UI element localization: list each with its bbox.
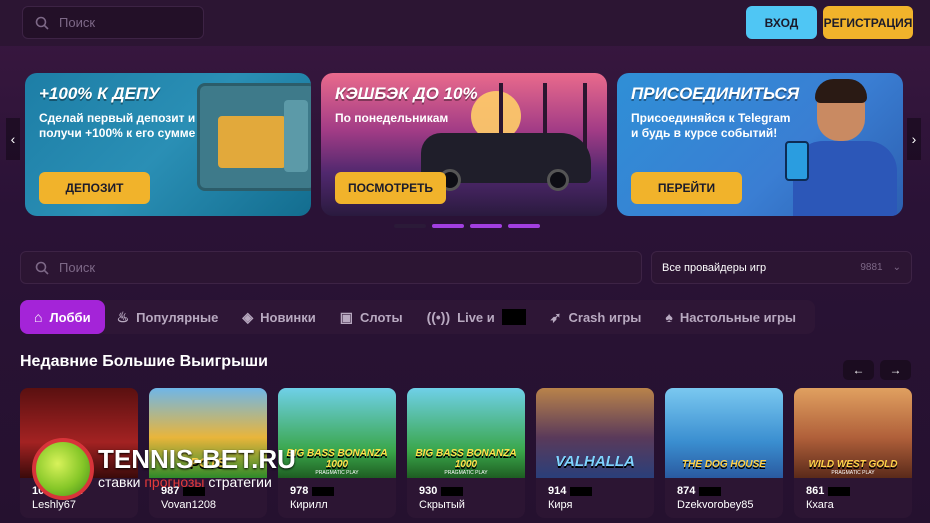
cards-icon: ♠ — [665, 309, 673, 325]
rocket-icon: ➶ — [549, 308, 562, 325]
tab-slots[interactable]: ▣ Слоты — [328, 300, 415, 334]
slot-icon: ▣ — [339, 308, 354, 325]
game-search-placeholder: Поиск — [59, 260, 96, 275]
win-user: Leshly67 — [32, 499, 77, 511]
game-title: WILD WEST GOLD — [808, 459, 898, 470]
arrow-left-icon[interactable]: ← — [843, 360, 874, 380]
tab-label: Настольные игры — [679, 309, 797, 325]
game-card[interactable]: WILD WEST GOLD PRAGMATIC PLAY 861 Кхага — [794, 388, 912, 518]
tab-new[interactable]: ◈ Новинки — [230, 300, 327, 334]
win-amount: 930 — [419, 484, 513, 498]
telegram-icon — [785, 141, 809, 181]
win-user: Кхага — [806, 499, 834, 511]
win-user: Скрытый — [419, 499, 465, 511]
category-tabs: ⌂ Лобби ♨ Популярные ◈ Новинки ▣ Слоты (… — [20, 300, 815, 334]
search-icon — [35, 261, 49, 275]
tab-label: Crash игры — [568, 309, 642, 325]
tab-label: Новинки — [260, 309, 316, 325]
chevron-down-icon: ⌄ — [892, 262, 901, 273]
tennis-ball-logo-icon — [32, 438, 94, 500]
header-search-input[interactable]: Поиск — [22, 6, 204, 39]
game-search-input[interactable]: Поиск — [20, 251, 642, 284]
arrow-right-icon[interactable]: → — [880, 360, 911, 380]
tab-popular[interactable]: ♨ Популярные — [105, 300, 231, 334]
banner-telegram[interactable]: ПРИСОЕДИНИТЬСЯ Присоединяйся к Telegram … — [617, 73, 903, 216]
carousel-dot[interactable] — [508, 224, 540, 228]
tab-label: Популярные — [136, 309, 219, 325]
search-icon — [35, 16, 49, 30]
game-meta: 930 Скрытый — [407, 478, 525, 518]
banner-desc: Присоединяйся к Telegram и будь в курсе … — [631, 111, 791, 140]
home-icon: ⌂ — [34, 309, 43, 325]
wins-nav: ← → — [843, 360, 911, 380]
go-button[interactable]: ПЕРЕЙТИ — [631, 172, 742, 204]
tab-lobby[interactable]: ⌂ Лобби — [20, 300, 105, 334]
tab-crash[interactable]: ➶ Crash игры — [538, 300, 654, 334]
section-title: Недавние Большие Выигрыши — [20, 353, 268, 370]
header-search-placeholder: Поиск — [59, 15, 96, 30]
car-illustration — [421, 133, 591, 191]
carousel-dot[interactable] — [394, 224, 426, 228]
providers-label: Все провайдеры игр — [662, 261, 767, 274]
game-meta: 914 Киря — [536, 478, 654, 518]
tab-table-games[interactable]: ♠ Настольные игры — [653, 300, 808, 334]
game-title: BIG BASS BONANZA 1000 — [415, 448, 517, 470]
banner-desc: Сделай первый депозит и получи +100% к е… — [39, 111, 196, 140]
game-title: VALHALLA — [555, 453, 635, 470]
providers-count: 9881 — [860, 262, 883, 273]
watermark: TENNIS-BET.RU ставки прогнозы стратегии — [16, 428, 306, 500]
game-thumbnail[interactable]: VALHALLA — [536, 388, 654, 478]
chevron-right-icon[interactable]: › — [907, 118, 921, 160]
banner-cashback[interactable]: КЭШБЭК ДО 10% По понедельникам ПОСМОТРЕТ… — [321, 73, 607, 216]
win-user: Vovan1208 — [161, 499, 217, 511]
carousel-dot[interactable] — [432, 224, 464, 228]
man-illustration — [785, 79, 897, 216]
providers-select[interactable]: Все провайдеры игр 9881 ⌄ — [651, 251, 912, 284]
carousel-dots — [394, 224, 540, 228]
game-meta: 874 Dzekvorobey85 — [665, 478, 783, 518]
tag-icon: ◈ — [242, 308, 254, 325]
provider-label: PRAGMATIC PLAY — [831, 470, 875, 476]
win-amount: 914 — [548, 484, 642, 498]
chevron-left-icon[interactable]: ‹ — [6, 118, 20, 160]
tab-label: Лобби — [49, 309, 91, 325]
provider-label: PRAGMATIC PLAY — [444, 470, 488, 476]
safe-illustration — [197, 83, 311, 191]
banner-deposit[interactable]: +100% К ДЕПУ Сделай первый депозит и пол… — [25, 73, 311, 216]
carousel-dot[interactable] — [470, 224, 502, 228]
win-amount: 874 — [677, 484, 771, 498]
tab-label: Слоты — [360, 309, 403, 325]
redaction-box — [501, 309, 526, 325]
win-user: Dzekvorobey85 — [677, 499, 754, 511]
deposit-button[interactable]: ДЕПОЗИТ — [39, 172, 150, 204]
live-icon: ((•)) — [426, 309, 451, 325]
banner-title: ПРИСОЕДИНИТЬСЯ — [631, 84, 800, 103]
game-card[interactable]: THE DOG HOUSE 874 Dzekvorobey85 — [665, 388, 783, 518]
flame-icon: ♨ — [116, 308, 130, 325]
tab-live[interactable]: ((•)) Live и — [415, 300, 538, 334]
watermark-tagline: ставки прогнозы стратегии — [98, 474, 272, 490]
watermark-brand: TENNIS-BET.RU — [98, 444, 296, 474]
view-button[interactable]: ПОСМОТРЕТЬ — [335, 172, 446, 204]
game-thumbnail[interactable]: THE DOG HOUSE — [665, 388, 783, 478]
banner-title: +100% К ДЕПУ — [39, 84, 160, 103]
win-user: Киря — [548, 499, 573, 511]
tab-label: Live и — [457, 309, 495, 325]
game-title: THE DOG HOUSE — [682, 459, 766, 470]
banner-title: КЭШБЭК ДО 10% — [335, 84, 478, 103]
login-button[interactable]: ВХОД — [746, 6, 817, 39]
win-amount: 861 — [806, 484, 900, 498]
game-card[interactable]: BIG BASS BONANZA 1000 PRAGMATIC PLAY 930… — [407, 388, 525, 518]
banner-desc: По понедельникам — [335, 111, 449, 125]
game-card[interactable]: VALHALLA 914 Киря — [536, 388, 654, 518]
register-button[interactable]: РЕГИСТРАЦИЯ — [823, 6, 913, 39]
game-thumbnail[interactable]: BIG BASS BONANZA 1000 PRAGMATIC PLAY — [407, 388, 525, 478]
game-thumbnail[interactable]: WILD WEST GOLD PRAGMATIC PLAY — [794, 388, 912, 478]
game-meta: 861 Кхага — [794, 478, 912, 518]
win-user: Кирилл — [290, 499, 328, 511]
